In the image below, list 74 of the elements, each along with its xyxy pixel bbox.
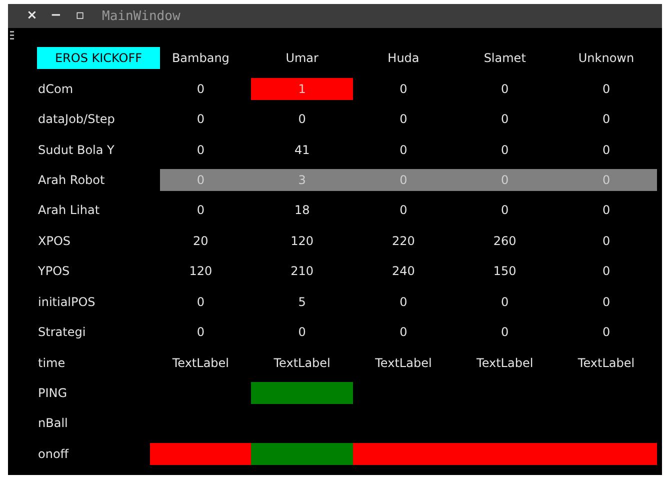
table-cell-text: 150 [492, 263, 518, 280]
table-cell-text: 3 [297, 172, 307, 189]
column-header: Umar [284, 50, 320, 68]
row-label: initialPOS [37, 294, 96, 309]
table-cell-text: 0 [398, 80, 408, 98]
column-header: Slamet [482, 50, 527, 68]
table-cell-text: 0 [196, 111, 206, 128]
table-cell-text: 240 [391, 263, 416, 280]
row-label: Arah Robot [37, 172, 106, 187]
table-cell-text: 0 [500, 172, 510, 189]
table-cell-text: 0 [398, 142, 408, 159]
table-cell-text: 0 [500, 294, 510, 311]
table-cell-text: 0 [601, 142, 612, 159]
table-cell-text: 0 [196, 172, 206, 189]
table-cell-text: 0 [398, 324, 408, 342]
table-cell-text: 0 [601, 232, 612, 250]
table-cell-text: 0 [196, 202, 206, 220]
minimize-button[interactable]: − [44, 8, 68, 24]
table-cell-text: 5 [297, 294, 307, 311]
row-label: nBall [37, 416, 69, 430]
table-cell-text: 20 [192, 232, 210, 250]
table-cell-text: 41 [293, 142, 311, 159]
window-title: MainWindow [102, 8, 180, 24]
table-cell-text: 0 [500, 202, 510, 220]
table-cell-text: 0 [601, 111, 612, 128]
table-cell-text: TextLabel [476, 354, 534, 372]
table-cell-text: 120 [188, 263, 214, 280]
column-header: Huda [386, 50, 420, 68]
table-cell-text: 120 [290, 232, 315, 250]
row-label: PING [37, 386, 68, 400]
table-cell-text: 0 [601, 80, 612, 98]
row-label: Arah Lihat [37, 203, 101, 218]
table-cell-text: 0 [601, 324, 612, 342]
table-cell-text: 260 [492, 232, 518, 250]
row-label: time [37, 356, 66, 370]
table-cell-text: 0 [196, 142, 206, 159]
close-button[interactable]: × [20, 8, 44, 24]
grip-icon[interactable] [10, 31, 14, 40]
table-cell-text: 0 [500, 142, 510, 159]
row-label: YPOS [37, 264, 71, 278]
kickoff-button[interactable]: EROS KICKOFF [37, 47, 160, 70]
table-cell-text: 0 [601, 172, 612, 189]
table-cell-text: 0 [196, 80, 206, 98]
column-header: Bambang [170, 50, 230, 68]
table-cell-text: TextLabel [576, 354, 636, 372]
row-label: dataJob/Step [37, 112, 116, 126]
table-cell-text: 0 [601, 294, 612, 311]
table-cell-text: TextLabel [272, 354, 332, 372]
table-cell-text: 18 [293, 202, 311, 220]
column-header: Unknown [577, 50, 636, 68]
table-cell: 1 [251, 78, 353, 100]
table-cell-text: 0 [601, 202, 612, 220]
table-cell-text: 0 [398, 172, 408, 189]
table-cell-text: 0 [196, 324, 206, 342]
table-cell-text: TextLabel [374, 354, 433, 372]
table-cell-text: 0 [398, 294, 408, 311]
table-cell-text: 0 [500, 111, 510, 128]
table-cell-text: 0 [297, 111, 307, 128]
table-cell-text: 220 [391, 232, 416, 250]
table-cell-text: 210 [290, 263, 315, 280]
row-label: XPOS [37, 234, 72, 248]
row-label: Sudut Bola Y [37, 142, 116, 157]
table-cell-text: 0 [196, 294, 206, 311]
table-cell-text: 0 [601, 263, 612, 280]
table-cell-text: 0 [297, 324, 307, 342]
table-cell-text: 0 [500, 80, 510, 98]
table-cell-text: 0 [500, 324, 510, 342]
row-label: onoff [37, 446, 70, 461]
table-cell-text: 0 [398, 111, 408, 128]
table-cell-text: TextLabel [171, 354, 230, 372]
row-label: Strategi [37, 325, 87, 340]
maximize-button[interactable]: ▫ [68, 8, 92, 24]
row-label: dCom [37, 82, 74, 96]
table-cell-text: 0 [398, 202, 408, 220]
